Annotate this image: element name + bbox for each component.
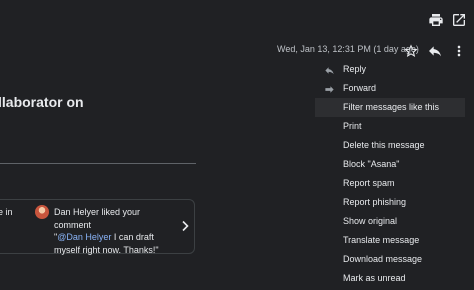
menu-item-translate[interactable]: Translate message	[315, 231, 465, 250]
menu-item-report-spam[interactable]: Report spam	[315, 174, 465, 193]
menu-item-label: Mark as unread	[343, 273, 406, 283]
menu-item-label: Download message	[343, 254, 423, 264]
menu-item-label: Filter messages like this	[343, 102, 440, 112]
menu-item-filter-messages[interactable]: Filter messages like this	[315, 98, 465, 117]
reply-icon[interactable]	[426, 42, 444, 60]
menu-item-label: Translate message	[343, 235, 420, 245]
avatar	[35, 205, 49, 219]
reply-icon	[324, 64, 335, 75]
more-vertical-icon[interactable]	[450, 42, 468, 60]
menu-item-mark-unread[interactable]: Mark as unread	[315, 269, 465, 288]
mention-link[interactable]: @Dan Helyer	[57, 232, 111, 242]
divider	[0, 163, 196, 164]
menu-item-label: Print	[343, 121, 362, 131]
menu-item-label: Block "Asana"	[343, 159, 400, 169]
menu-item-block[interactable]: Block "Asana"	[315, 155, 465, 174]
menu-item-label: Report phishing	[343, 197, 407, 207]
comment-line1: Dan Helyer liked your comment	[54, 207, 141, 230]
print-icon[interactable]	[427, 11, 445, 29]
menu-item-show-original[interactable]: Show original	[315, 212, 465, 231]
menu-item-label: Delete this message	[343, 140, 425, 150]
menu-item-report-phishing[interactable]: Report phishing	[315, 193, 465, 212]
menu-item-label: Report spam	[343, 178, 395, 188]
menu-item-download[interactable]: Download message	[315, 250, 465, 269]
menu-item-delete[interactable]: Delete this message	[315, 136, 465, 155]
menu-item-label: Reply	[343, 64, 367, 74]
forward-icon	[324, 83, 335, 94]
menu-item-label: Show original	[343, 216, 398, 226]
menu-item-print[interactable]: Print	[315, 117, 465, 136]
comment-text: Dan Helyer liked your comment "@Dan Hely…	[54, 206, 174, 256]
chevron-right-icon[interactable]	[180, 219, 190, 232]
email-timestamp: Wed, Jan 13, 12:31 PM (1 day ago)	[277, 44, 419, 54]
email-subject: llaborator on	[0, 94, 84, 110]
more-actions-menu: Reply Forward Filter messages like this …	[315, 60, 474, 290]
menu-item-label: Forward	[343, 83, 377, 93]
open-in-new-window-icon[interactable]	[450, 11, 468, 29]
menu-item-forward[interactable]: Forward	[315, 79, 465, 98]
star-icon[interactable]	[402, 42, 420, 60]
menu-item-reply[interactable]: Reply	[315, 60, 465, 79]
card-left-text: e in	[0, 207, 13, 217]
